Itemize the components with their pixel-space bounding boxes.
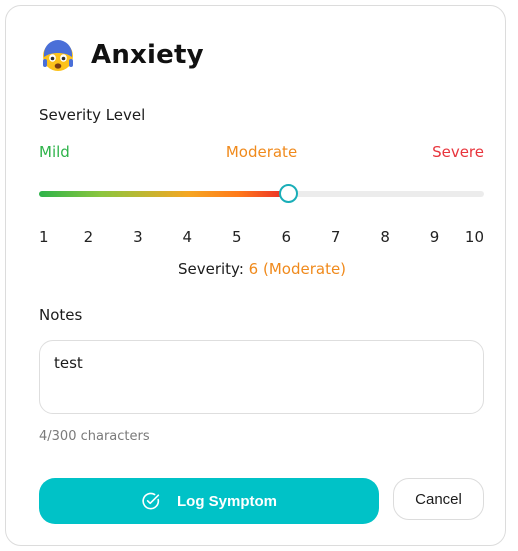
severity-summary: Severity: 6 (Moderate) bbox=[6, 260, 518, 278]
severity-tick-labels: 1 2 3 4 5 6 7 8 9 10 bbox=[39, 228, 484, 248]
symptom-card: Anxiety Severity Level Mild Moderate Sev… bbox=[5, 5, 506, 546]
notes-text: test bbox=[54, 354, 83, 372]
severity-summary-prefix: Severity: bbox=[177, 260, 244, 278]
tick-label: 9 bbox=[429, 228, 440, 246]
cancel-button[interactable]: Cancel bbox=[393, 478, 484, 520]
tick-label: 1 bbox=[39, 228, 49, 246]
cancel-label: Cancel bbox=[415, 490, 462, 508]
log-symptom-button[interactable]: Log Symptom bbox=[39, 478, 379, 524]
slider-fill bbox=[39, 191, 289, 197]
scale-word-mild: Mild bbox=[39, 143, 70, 161]
character-count: 4/300 characters bbox=[39, 429, 150, 444]
tick-label: 5 bbox=[231, 228, 242, 246]
scale-word-severe: Severe bbox=[432, 143, 484, 161]
severity-scale-words: Mild Moderate Severe bbox=[39, 143, 484, 163]
notes-label: Notes bbox=[39, 306, 83, 324]
scale-word-moderate: Moderate bbox=[225, 143, 298, 161]
tick-label: 7 bbox=[330, 228, 341, 246]
log-symptom-label: Log Symptom bbox=[177, 492, 277, 510]
tick-label: 8 bbox=[380, 228, 390, 246]
slider-thumb[interactable] bbox=[279, 184, 299, 203]
severity-label: Severity Level bbox=[39, 106, 146, 124]
tick-label: 6 bbox=[281, 228, 291, 246]
check-circle-icon bbox=[141, 491, 161, 511]
tick-label: 4 bbox=[182, 228, 193, 246]
fearful-face-emoji-icon bbox=[39, 36, 77, 74]
severity-summary-value: 6 (Moderate) bbox=[248, 260, 347, 278]
tick-label: 3 bbox=[133, 228, 143, 246]
symptom-header: Anxiety bbox=[39, 36, 204, 74]
tick-label: 10 bbox=[464, 228, 484, 246]
notes-textarea[interactable]: test bbox=[39, 340, 484, 414]
symptom-title: Anxiety bbox=[91, 40, 204, 70]
severity-slider[interactable] bbox=[39, 184, 484, 204]
tick-label: 2 bbox=[83, 228, 94, 246]
